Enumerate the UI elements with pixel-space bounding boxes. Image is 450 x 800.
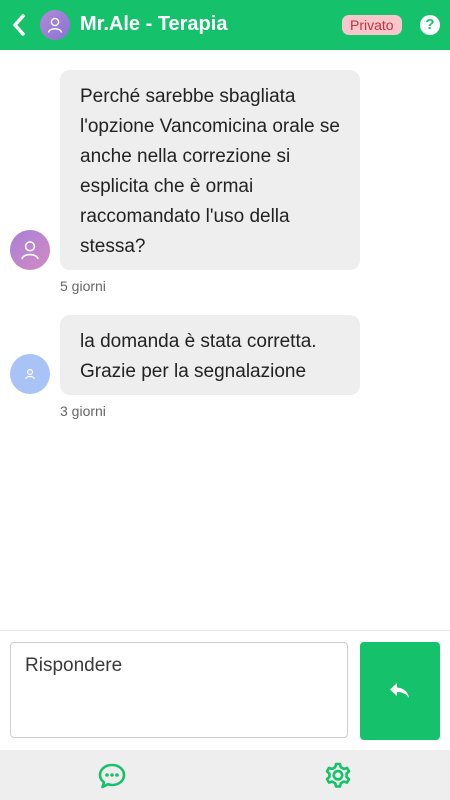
chat-icon: [98, 763, 126, 789]
user-icon: [21, 241, 39, 260]
bottom-nav: [0, 750, 450, 800]
message-timestamp: 5 giorni: [60, 278, 106, 294]
header-avatar[interactable]: [40, 10, 70, 40]
user-icon: [47, 17, 63, 33]
user-icon: [25, 369, 35, 380]
reply-composer: [0, 630, 450, 751]
sender-avatar: [10, 230, 50, 270]
gear-icon: [325, 762, 351, 788]
privacy-badge: Privato: [342, 15, 402, 35]
nav-chat-button[interactable]: [97, 762, 127, 790]
sender-avatar: [10, 354, 50, 394]
reply-input[interactable]: [10, 642, 348, 738]
message-bubble: Perché sarebbe sbagliata l'opzione Vanco…: [60, 70, 360, 270]
help-button[interactable]: ?: [420, 15, 440, 35]
message-timestamp: 3 giorni: [60, 403, 106, 419]
reply-icon: [390, 683, 409, 698]
back-button[interactable]: [8, 12, 30, 38]
send-button[interactable]: [360, 642, 440, 740]
app-header: Mr.Ale - Terapia Privato ?: [0, 0, 450, 50]
page-title: Mr.Ale - Terapia: [80, 13, 228, 35]
message-bubble: la domanda è stata corretta. Grazie per …: [60, 315, 360, 395]
chevron-left-icon: [13, 14, 25, 36]
nav-settings-button[interactable]: [323, 761, 353, 791]
